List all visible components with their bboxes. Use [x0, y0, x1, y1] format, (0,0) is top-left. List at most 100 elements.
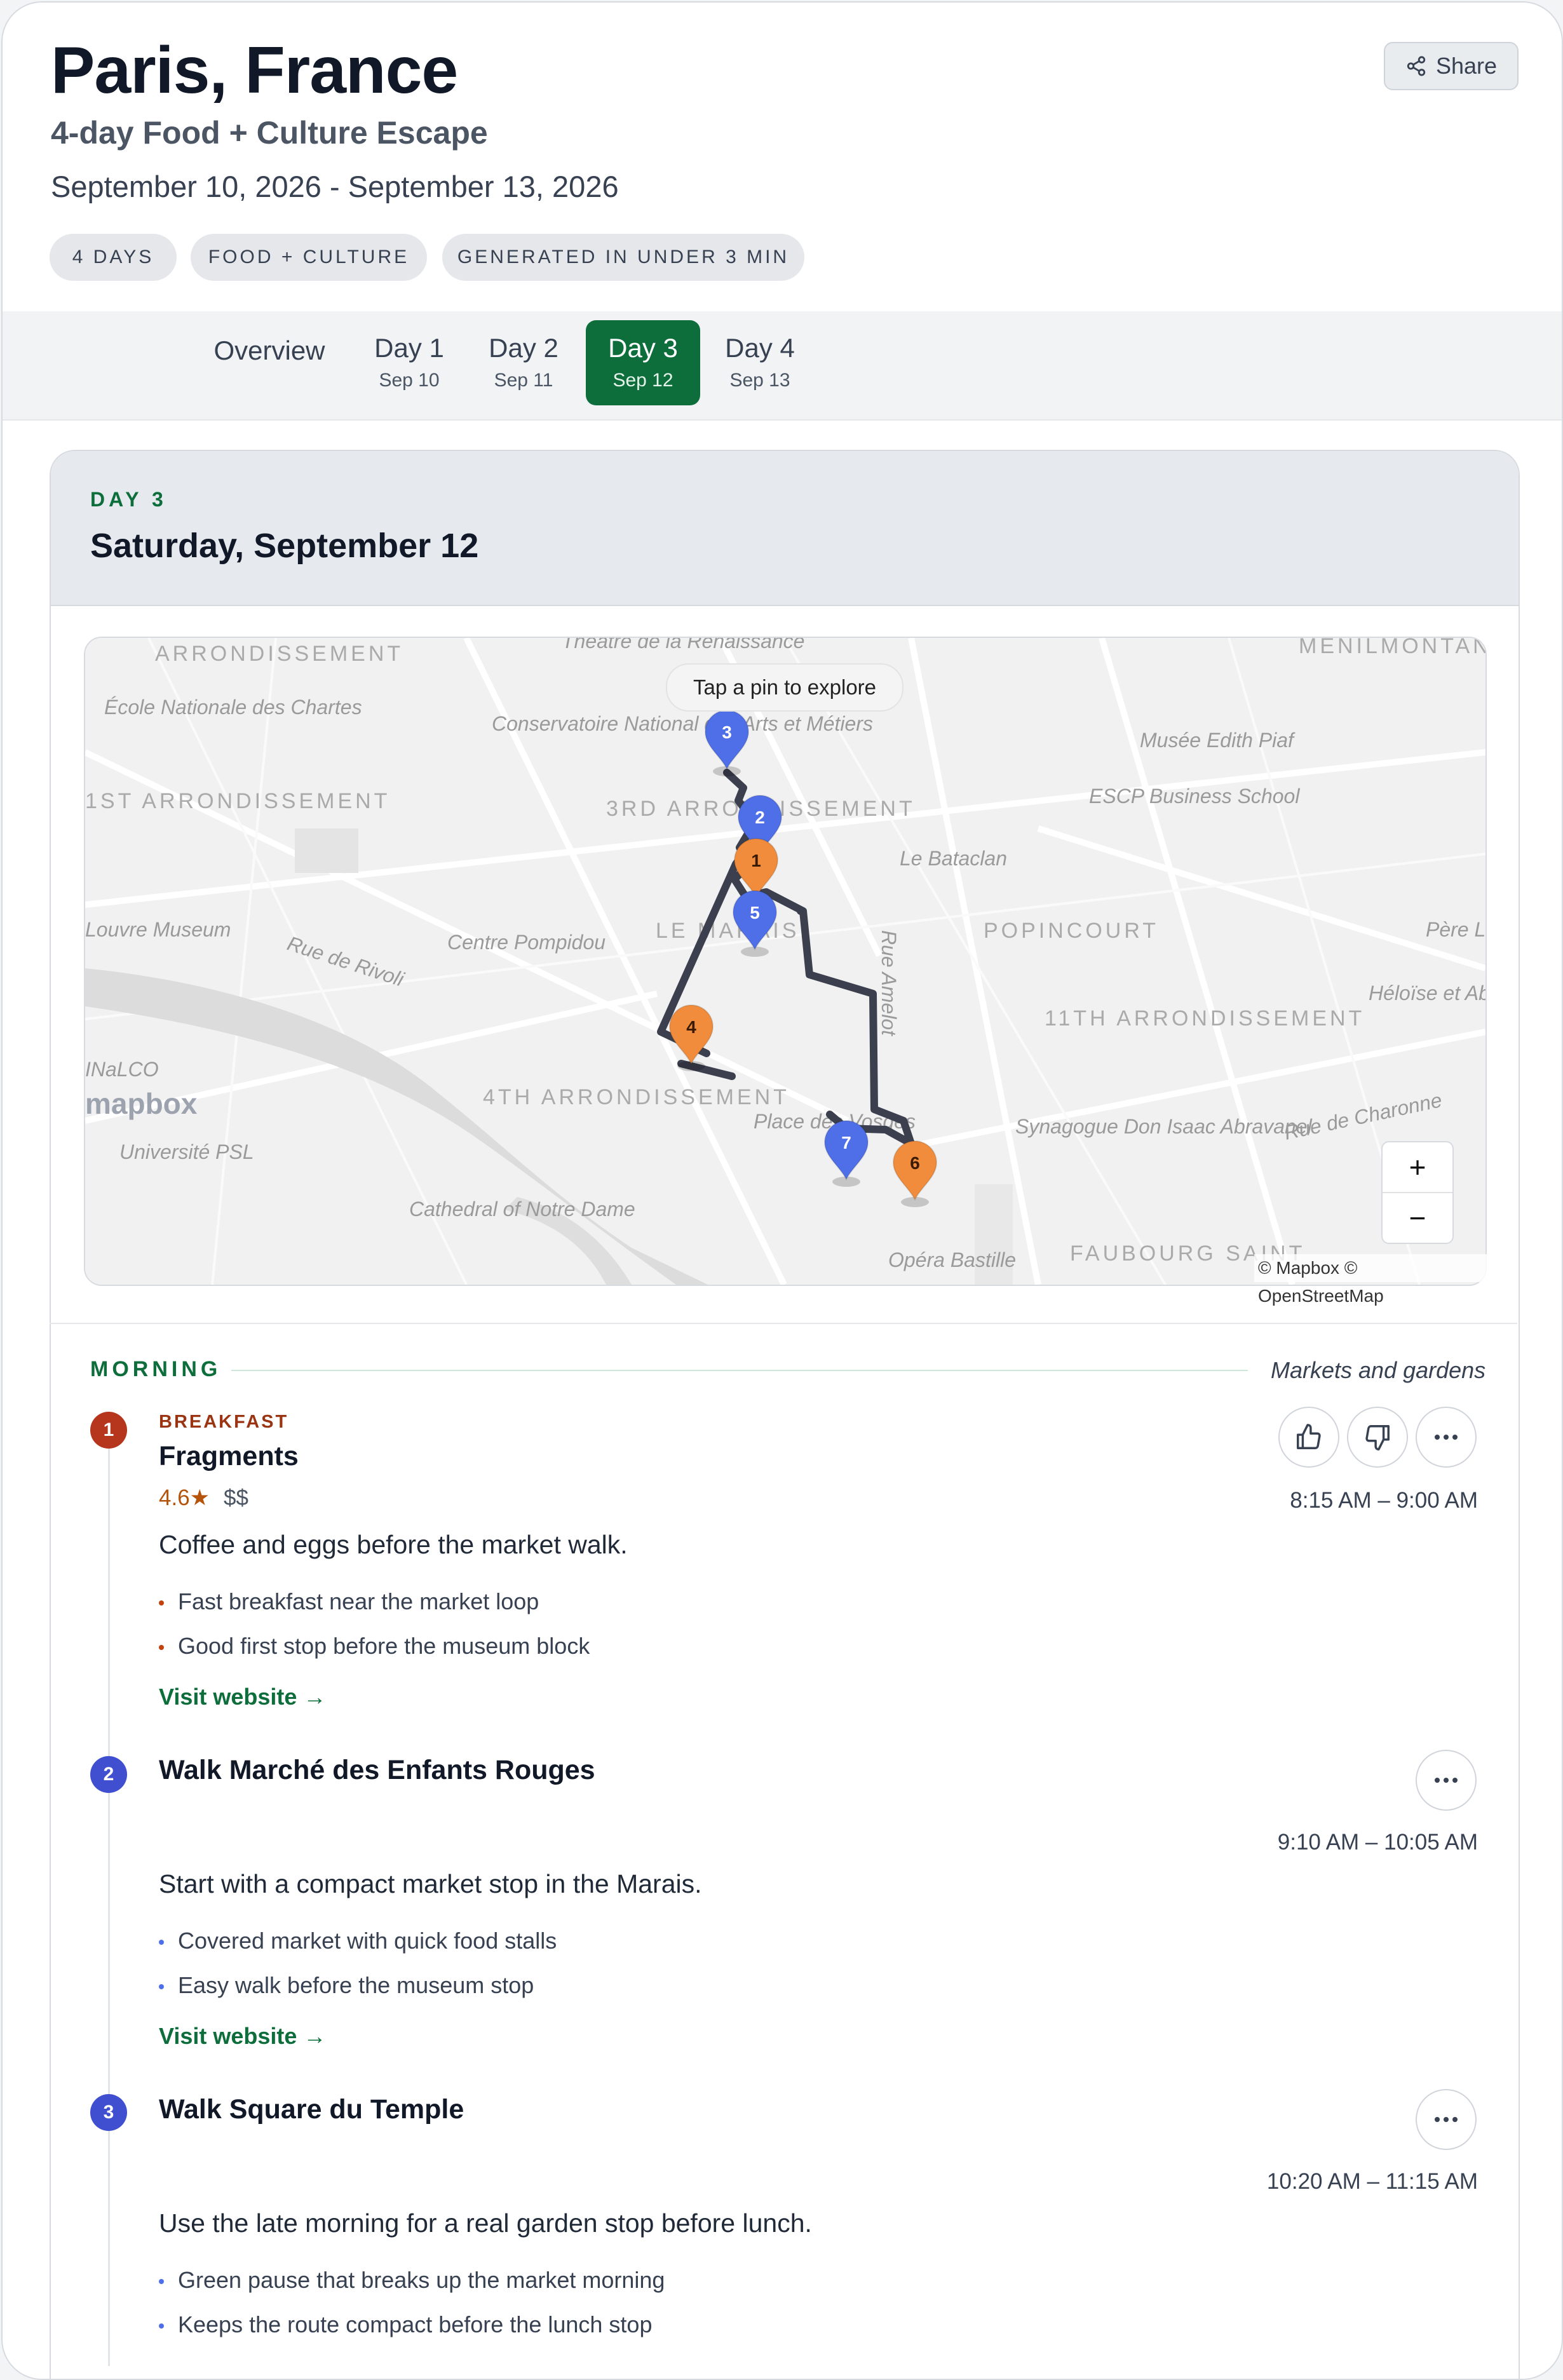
share-label: Share: [1435, 53, 1498, 79]
item-time: 10:20 AM – 11:15 AM: [1266, 2169, 1478, 2194]
zoom-out-button[interactable]: −: [1383, 1193, 1452, 1243]
tab-day-4[interactable]: Day 4 Sep 13: [709, 320, 811, 405]
zoom-in-button[interactable]: +: [1383, 1142, 1452, 1193]
item-category: BREAKFAST: [159, 1412, 289, 1432]
more-options-button[interactable]: [1416, 1750, 1477, 1811]
trip-subtitle: 4-day Food + Culture Escape: [51, 115, 488, 151]
mapbox-logo: mapbox: [85, 1087, 198, 1120]
map-label: Université PSL: [119, 1140, 254, 1163]
day-header: DAY 3 Saturday, September 12: [51, 451, 1519, 606]
map-label: Conservatoire National des Arts et Métie…: [492, 712, 873, 735]
map-label: Père Lachaise: [1426, 918, 1485, 941]
more-options-icon: [1435, 1778, 1458, 1783]
map-pin-number: 7: [841, 1133, 851, 1153]
item-bullet: Good first stop before the museum block: [159, 1633, 590, 1660]
map-label: INaLCO: [85, 1058, 159, 1081]
map-label: ARRONDISSEMENT: [155, 642, 403, 666]
more-options-button[interactable]: [1416, 1407, 1477, 1468]
item-price: $$: [224, 1485, 248, 1510]
section-rule: [231, 1370, 1248, 1371]
section-divider: [50, 1323, 1517, 1324]
more-options-button[interactable]: [1416, 2089, 1477, 2150]
map-label: Rue Amelot: [877, 930, 900, 1036]
share-button[interactable]: Share: [1384, 42, 1519, 90]
map-label: Centre Pompidou: [447, 931, 606, 954]
tab-date: Sep 10: [379, 370, 440, 391]
map-label: Cathedral of Notre Dame: [409, 1198, 635, 1220]
tab-date: Sep 13: [729, 370, 790, 391]
page-title: Paris, France: [51, 34, 458, 107]
pill-theme: FOOD + CULTURE: [191, 234, 427, 281]
tab-date: Sep 12: [612, 370, 673, 391]
map-label: LE MARAIS: [656, 919, 799, 943]
map-attribution[interactable]: © Mapbox © OpenStreetMap: [1254, 1254, 1487, 1306]
route-map[interactable]: ARRONDISSEMENT MENILMONTANT 1ST ARRONDIS…: [84, 637, 1487, 1286]
map-pin-number: 2: [755, 808, 765, 827]
item-name[interactable]: Walk Square du Temple: [159, 2094, 464, 2125]
map-label: 1ST ARRONDISSEMENT: [85, 789, 390, 813]
tab-date: Sep 11: [494, 370, 553, 391]
stop-number-marker: 2: [90, 1756, 127, 1793]
thumbs-down-icon: [1365, 1425, 1390, 1450]
more-options-icon: [1435, 1435, 1458, 1440]
item-name[interactable]: Fragments: [159, 1441, 299, 1472]
item-bullet: Fast breakfast near the market loop: [159, 1588, 539, 1615]
thumbs-down-button[interactable]: [1347, 1407, 1408, 1468]
pill-generated: GENERATED IN UNDER 3 MIN: [442, 234, 804, 281]
map-pin-number: 6: [910, 1153, 920, 1173]
item-description: Use the late morning for a real garden s…: [159, 2208, 812, 2238]
app-frame: Paris, France 4-day Food + Culture Escap…: [1, 1, 1563, 2380]
map-label: 4TH ARRONDISSEMENT: [483, 1085, 790, 1109]
map-label: Héloïse et Abélard: [1369, 982, 1485, 1004]
thumbs-up-icon: [1297, 1424, 1321, 1449]
tab-day-2[interactable]: Day 2 Sep 11: [473, 320, 574, 405]
pill-days: 4 DAYS: [50, 234, 177, 281]
item-rating: 4.6★: [159, 1485, 210, 1510]
day-label: DAY 3: [90, 488, 167, 511]
map-pin-number: 3: [722, 722, 732, 742]
section-title: MORNING: [90, 1357, 222, 1381]
item-name[interactable]: Walk Marché des Enfants Rouges: [159, 1755, 595, 1786]
thumbs-up-button[interactable]: [1278, 1407, 1339, 1468]
timeline-line: [108, 1438, 110, 2366]
map-pin-number: 1: [751, 851, 761, 870]
tab-label: Day 4: [725, 333, 795, 363]
item-description: Coffee and eggs before the market walk.: [159, 1530, 628, 1559]
day-date: Saturday, September 12: [90, 527, 479, 565]
tab-overview[interactable]: Overview: [193, 320, 346, 405]
zoom-controls: + −: [1381, 1141, 1454, 1244]
map-label: Synagogue Don Isaac Abravanel: [1015, 1115, 1313, 1138]
tab-day-3[interactable]: Day 3 Sep 12: [586, 320, 700, 405]
trip-dates: September 10, 2026 - September 13, 2026: [51, 170, 619, 203]
map-pin-number: 5: [750, 903, 760, 923]
map-label: MENILMONTANT: [1299, 638, 1485, 658]
map-label: Théâtre de la Renaissance: [562, 638, 804, 652]
item-bullet: Keeps the route compact before the lunch…: [159, 2311, 652, 2338]
visit-website-link[interactable]: Visit website →: [159, 1684, 326, 1710]
tab-label: Day 2: [489, 333, 558, 363]
item-time: 9:10 AM – 10:05 AM: [1277, 1830, 1478, 1855]
map-hint: Tap a pin to explore: [666, 663, 903, 712]
map-label: Musée Edith Piaf: [1140, 729, 1296, 752]
share-icon: [1407, 56, 1426, 76]
item-bullet: Green pause that breaks up the market mo…: [159, 2267, 665, 2294]
map-label: Opéra Bastille: [888, 1248, 1016, 1271]
visit-website-link[interactable]: Visit website →: [159, 2023, 326, 2050]
map-label: Louvre Museum: [85, 918, 231, 941]
tab-label: Day 3: [608, 333, 678, 363]
section-note: Markets and gardens: [1271, 1357, 1486, 1383]
map-label: 11TH ARRONDISSEMENT: [1045, 1006, 1365, 1031]
stop-number-marker: 1: [90, 1412, 127, 1449]
tab-label: Overview: [213, 335, 325, 365]
item-bullet: Easy walk before the museum stop: [159, 1972, 534, 1999]
map-label: Le Bataclan: [900, 847, 1007, 870]
tab-day-1[interactable]: Day 1 Sep 10: [358, 320, 460, 405]
more-options-icon: [1435, 2117, 1458, 2122]
item-description: Start with a compact market stop in the …: [159, 1869, 702, 1898]
itinerary-page: Paris, France 4-day Food + Culture Escap…: [0, 0, 1563, 2380]
map-label: POPINCOURT: [984, 919, 1159, 943]
item-time: 8:15 AM – 9:00 AM: [1290, 1488, 1478, 1513]
map-canvas[interactable]: ARRONDISSEMENT MENILMONTANT 1ST ARRONDIS…: [85, 638, 1485, 1285]
map-pin-number: 4: [686, 1017, 696, 1037]
stop-number-marker: 3: [90, 2094, 127, 2131]
